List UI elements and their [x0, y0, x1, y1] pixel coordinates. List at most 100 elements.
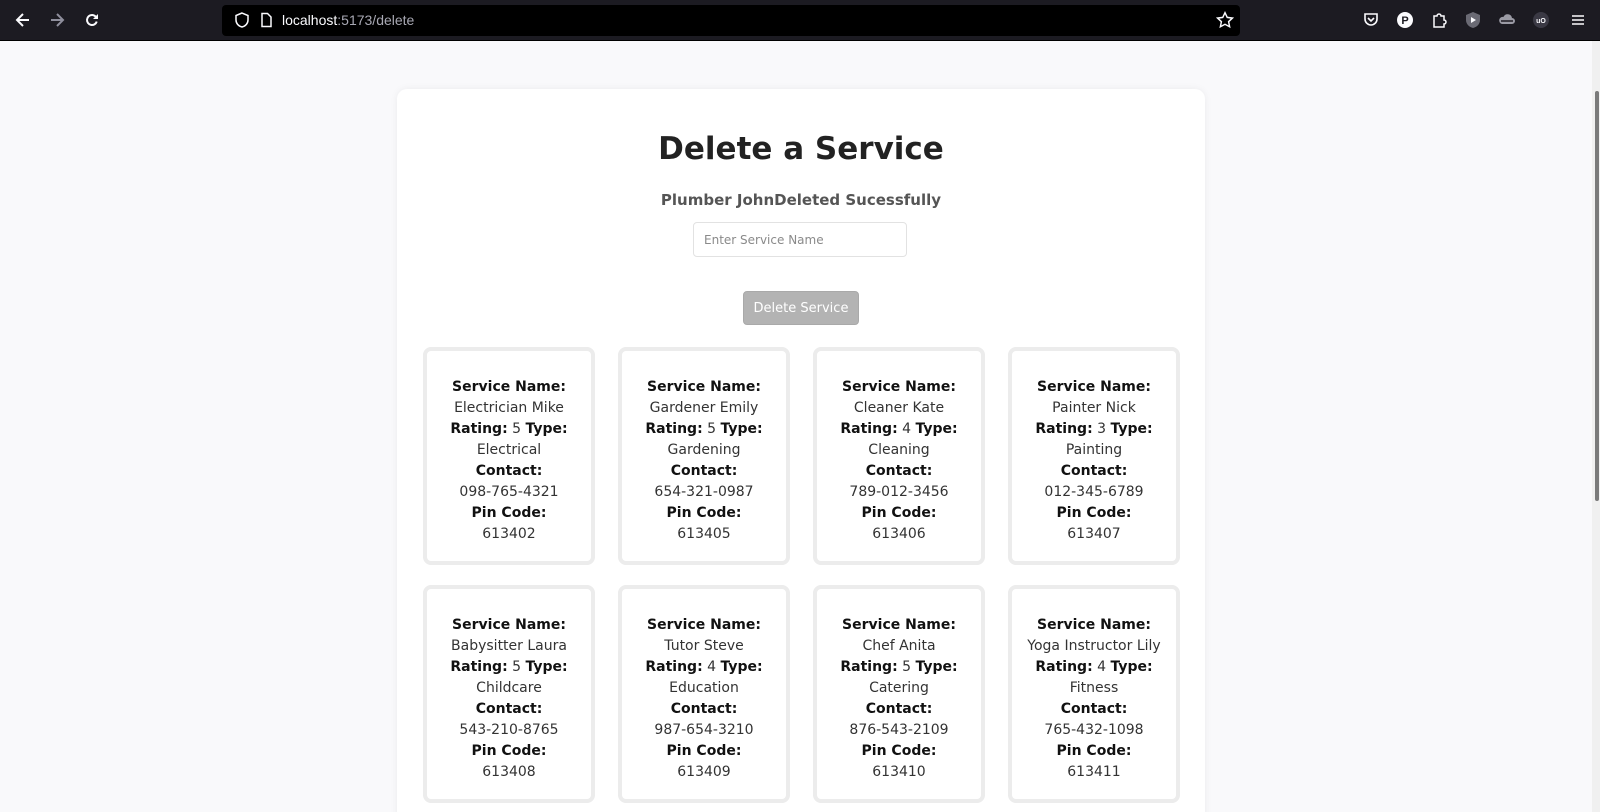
- service-name-label: Service Name:: [1037, 617, 1151, 633]
- service-name-label: Service Name:: [647, 379, 761, 395]
- service-name-label: Service Name:: [842, 379, 956, 395]
- rating-type-row: Rating: 4 Type:: [630, 657, 778, 678]
- rating-type-row: Rating: 5 Type:: [630, 419, 778, 440]
- contact-label: Contact:: [865, 701, 933, 717]
- scrollbar-thumb[interactable]: [1595, 91, 1599, 501]
- address-bar[interactable]: localhost:5173/delete: [222, 5, 1240, 36]
- service-card: Service Name: Chef Anita Rating: 5 Type:…: [813, 585, 985, 803]
- pin-code-value: 613402: [482, 526, 536, 542]
- back-icon[interactable]: [12, 9, 34, 31]
- contact-label: Contact:: [475, 463, 543, 479]
- bookmark-star-icon[interactable]: [1215, 10, 1235, 29]
- type-label: Type:: [915, 421, 958, 437]
- profile-p-icon[interactable]: P: [1396, 11, 1414, 29]
- type-label: Type:: [525, 421, 568, 437]
- contact-value: 765-432-1098: [1044, 722, 1144, 738]
- service-card: Service Name: Gardener Emily Rating: 5 T…: [618, 347, 790, 565]
- type-value: Childcare: [476, 680, 542, 696]
- type-label: Type:: [720, 421, 763, 437]
- service-name-input[interactable]: [693, 222, 907, 257]
- rating-type-row: Rating: 3 Type:: [1020, 419, 1168, 440]
- type-value: Education: [669, 680, 739, 696]
- rating-label: Rating:: [840, 421, 898, 437]
- service-card: Service Name: Electrician Mike Rating: 5…: [423, 347, 595, 565]
- rating-type-row: Rating: 5 Type:: [435, 419, 583, 440]
- svg-text:uO: uO: [1536, 18, 1546, 25]
- pin-code-value: 613405: [677, 526, 731, 542]
- rating-value: 5: [512, 659, 522, 675]
- pin-code-value: 613406: [872, 526, 926, 542]
- services-grid: Service Name: Electrician Mike Rating: 5…: [423, 347, 1181, 803]
- type-value: Electrical: [476, 442, 542, 458]
- delete-service-button[interactable]: Delete Service: [743, 291, 859, 325]
- pin-code-value: 613409: [677, 764, 731, 780]
- page-title: Delete a Service: [658, 131, 944, 167]
- rating-type-row: Rating: 4 Type:: [1020, 657, 1168, 678]
- service-name-label: Service Name:: [647, 617, 761, 633]
- service-name-value: Painter Nick: [1052, 400, 1136, 416]
- shield-extension-icon[interactable]: [1464, 11, 1482, 29]
- url-path: :5173/delete: [337, 12, 415, 28]
- contact-value: 098-765-4321: [459, 484, 559, 500]
- service-name-label: Service Name:: [452, 617, 566, 633]
- type-label: Type:: [1110, 421, 1153, 437]
- rating-label: Rating:: [645, 421, 703, 437]
- rating-type-row: Rating: 5 Type:: [435, 657, 583, 678]
- service-name-value: Chef Anita: [862, 638, 936, 654]
- contact-label: Contact:: [1060, 701, 1128, 717]
- rating-type-row: Rating: 5 Type:: [825, 657, 973, 678]
- extensions-icon[interactable]: [1430, 11, 1448, 29]
- reload-icon[interactable]: [81, 9, 103, 31]
- pin-code-value: 613408: [482, 764, 536, 780]
- type-label: Type:: [915, 659, 958, 675]
- shield-icon[interactable]: [234, 12, 250, 28]
- pin-code-value: 613411: [1067, 764, 1121, 780]
- pocket-icon[interactable]: [1362, 11, 1380, 29]
- rating-value: 4: [707, 659, 717, 675]
- status-message: Plumber JohnDeleted Sucessfully: [660, 191, 942, 209]
- service-name-value: Yoga Instructor Lily: [1027, 638, 1161, 654]
- page-info-icon[interactable]: [258, 12, 274, 28]
- pin-code-label: Pin Code:: [471, 505, 547, 521]
- rating-label: Rating:: [1035, 659, 1093, 675]
- cloud-extension-icon[interactable]: [1498, 11, 1516, 29]
- type-value: Catering: [869, 680, 929, 696]
- contact-label: Contact:: [670, 463, 738, 479]
- pin-code-label: Pin Code:: [666, 743, 742, 759]
- rating-value: 5: [902, 659, 912, 675]
- rating-label: Rating:: [840, 659, 898, 675]
- url-host: localhost: [282, 12, 338, 28]
- contact-label: Contact:: [865, 463, 933, 479]
- ublock-icon[interactable]: uO: [1532, 11, 1550, 29]
- service-name-value: Cleaner Kate: [853, 400, 945, 416]
- rating-label: Rating:: [450, 659, 508, 675]
- rating-value: 5: [512, 421, 522, 437]
- service-card: Service Name: Tutor Steve Rating: 4 Type…: [618, 585, 790, 803]
- menu-icon[interactable]: [1569, 11, 1587, 29]
- type-value: Fitness: [1069, 680, 1119, 696]
- pin-code-label: Pin Code:: [1056, 505, 1132, 521]
- contact-label: Contact:: [475, 701, 543, 717]
- page-scrollbar[interactable]: [1592, 41, 1600, 812]
- service-name-value: Babysitter Laura: [451, 638, 567, 654]
- rating-value: 3: [1097, 421, 1107, 437]
- service-card: Service Name: Yoga Instructor Lily Ratin…: [1008, 585, 1180, 803]
- pin-code-label: Pin Code:: [861, 743, 937, 759]
- rating-label: Rating:: [450, 421, 508, 437]
- svg-text:P: P: [1401, 15, 1408, 27]
- url-text[interactable]: localhost:5173/delete: [282, 12, 414, 29]
- pin-code-label: Pin Code:: [471, 743, 547, 759]
- pin-code-value: 613407: [1067, 526, 1121, 542]
- type-label: Type:: [720, 659, 763, 675]
- rating-value: 4: [902, 421, 912, 437]
- pin-code-label: Pin Code:: [1056, 743, 1132, 759]
- rating-label: Rating:: [645, 659, 703, 675]
- service-name-label: Service Name:: [452, 379, 566, 395]
- forward-icon[interactable]: [46, 9, 68, 31]
- type-value: Cleaning: [868, 442, 930, 458]
- contact-label: Contact:: [1060, 463, 1128, 479]
- service-name-label: Service Name:: [1037, 379, 1151, 395]
- service-name-value: Gardener Emily: [649, 400, 759, 416]
- rating-label: Rating:: [1035, 421, 1093, 437]
- contact-value: 543-210-8765: [459, 722, 559, 738]
